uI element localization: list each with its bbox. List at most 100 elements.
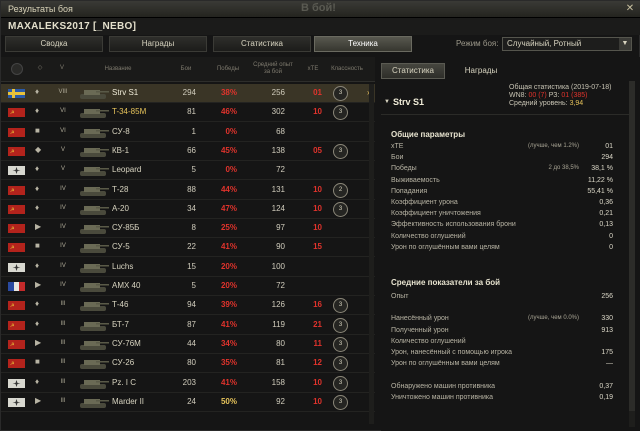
header-wins[interactable]: Победы xyxy=(211,66,245,73)
table-row[interactable]: ▶ IV AMX 40 5 20% 72 xyxy=(1,277,375,296)
table-row[interactable]: ☭ ♦ VI T-34-85M 81 46% 302 10 3 xyxy=(1,103,375,123)
battles-count: 34 xyxy=(187,203,196,213)
battles-count: 203 xyxy=(182,377,196,387)
battle-mode-select[interactable]: Случайный, Ротный ▼ xyxy=(502,37,632,51)
vehicle-name: СУ-26 xyxy=(112,358,135,368)
details-scrollbar[interactable] xyxy=(629,81,635,427)
win-rate: 39% xyxy=(220,300,237,310)
avg-exp: 80 xyxy=(276,338,285,348)
vehicle-class-icon: ♦ xyxy=(35,87,40,96)
stat-value: 0,37 xyxy=(599,382,613,390)
nation-flag-icon: ☭ xyxy=(8,359,25,369)
avg-exp: 138 xyxy=(271,145,285,155)
table-scrollbar[interactable] xyxy=(369,84,374,424)
close-icon[interactable]: ✕ xyxy=(623,3,637,15)
nation-filter-icon[interactable] xyxy=(11,63,23,75)
table-row[interactable]: ☭ ▶ III СУ-76М 44 34% 80 11 3 xyxy=(1,335,375,354)
battle-mode-label: Режим боя: xyxy=(456,39,499,48)
header-xte[interactable]: xTE xyxy=(301,66,325,73)
table-row[interactable]: ☭ ■ VI СУ-8 1 0% 68 xyxy=(1,123,375,142)
tier-label: III xyxy=(60,378,66,385)
table-row[interactable]: ♦ V Leopard 5 0% 72 xyxy=(1,161,375,181)
table-row[interactable]: ☭ ■ III СУ-26 80 35% 81 12 3 xyxy=(1,354,375,374)
stat-row: Нанесённый урон (лучше, чем 0.0%) 330 xyxy=(391,315,613,325)
vehicle-table: ◇ V Название Бои Победы Средний опыт за … xyxy=(1,57,375,431)
xte-value: 16 xyxy=(313,300,322,310)
nation-flag-icon: ☭ xyxy=(8,320,25,330)
section-average-per-battle: Средние показатели за бой xyxy=(391,278,501,287)
battles-count: 66 xyxy=(187,145,196,155)
vehicle-class-icon: ■ xyxy=(35,357,40,367)
stat-value: — xyxy=(606,360,613,368)
mastery-badge-icon: 3 xyxy=(333,105,348,121)
table-row[interactable]: ☭ ◆ V КВ-1 66 45% 138 05 3 xyxy=(1,142,375,161)
tank-icon xyxy=(78,375,110,391)
tab-vehicles[interactable]: Техника xyxy=(314,36,412,52)
table-row[interactable]: ♦ III Pz. I C 203 41% 158 10 3 xyxy=(1,374,375,393)
stat-label: Полученный урон xyxy=(391,326,449,334)
tank-icon xyxy=(78,220,110,236)
tank-icon xyxy=(78,394,110,410)
tab-summary[interactable]: Сводка xyxy=(5,36,103,52)
header-battles[interactable]: Бои xyxy=(171,66,201,73)
vehicle-class-icon: ♦ xyxy=(35,106,40,116)
svg-text:☭: ☭ xyxy=(10,149,15,155)
stat-value: 0,13 xyxy=(599,221,613,229)
collapse-triangle-icon[interactable]: ▼ xyxy=(384,99,390,105)
xte-value: 10 xyxy=(313,203,322,213)
xte-value: 10 xyxy=(313,107,322,117)
table-row[interactable]: ▶ III Marder II 24 50% 92 10 3 xyxy=(1,393,375,412)
tab-details-statistics[interactable]: Статистика xyxy=(381,63,445,79)
tab-awards[interactable]: Награды xyxy=(109,36,207,52)
player-name: MAXALEKS2017 [_NEBO] xyxy=(8,21,137,32)
nation-flag-icon xyxy=(8,378,25,388)
battle-results-window: Результаты боя В бой! ✕ MAXALEKS2017 [_N… xyxy=(0,0,640,431)
table-row[interactable]: ☭ ♦ III БТ-7 87 41% 119 21 3 xyxy=(1,316,375,335)
tab-details-awards[interactable]: Награды xyxy=(449,63,513,79)
table-row[interactable]: ☭ ■ IV СУ-5 22 41% 90 15 xyxy=(1,238,375,258)
stat-label: Опыт xyxy=(391,293,409,300)
tier-label: III xyxy=(60,339,66,346)
avg-exp: 131 xyxy=(271,184,285,194)
tier-sort-icon[interactable]: V xyxy=(55,65,69,72)
mastery-badge-icon: 3 xyxy=(333,375,348,391)
xte-value: 21 xyxy=(313,319,322,329)
table-row[interactable]: ☭ ♦ IV А-20 34 47% 124 10 3 xyxy=(1,200,375,219)
tab-statistics[interactable]: Статистика xyxy=(213,36,311,52)
table-row[interactable]: ☭ ♦ III Т-46 94 39% 126 16 3 xyxy=(1,296,375,316)
nation-flag-icon: ☭ xyxy=(8,224,25,234)
stat-row: Победы 2 до 38,5% 38,1 % xyxy=(391,165,613,175)
table-row[interactable]: ☭ ▶ IV СУ-85Б 8 25% 97 10 xyxy=(1,219,375,239)
header-exp[interactable]: Средний опыт за бой xyxy=(253,62,293,76)
nation-flag-icon: ☭ xyxy=(8,127,25,137)
vehicle-class-icon: ▶ xyxy=(35,280,42,289)
vehicle-class-icon: ♦ xyxy=(35,202,40,212)
vehicle-class-icon: ◆ xyxy=(35,144,42,154)
tank-icon xyxy=(78,143,110,159)
tier-label: IV xyxy=(60,243,66,250)
table-row[interactable]: ♦ IV Luchs 15 20% 100 xyxy=(1,258,375,277)
stat-label: Урон, нанесённый с помощью игрока xyxy=(391,349,512,356)
table-row[interactable]: ☭ ♦ IV Т-28 88 44% 131 10 2 xyxy=(1,181,375,200)
stat-label: Количество оглушений xyxy=(391,337,466,345)
header-name[interactable]: Название xyxy=(87,66,149,73)
vehicle-class-icon: ■ xyxy=(35,241,40,251)
class-sort-icon[interactable]: ◇ xyxy=(33,65,47,72)
stat-value: 913 xyxy=(601,326,613,334)
tier-label: IV xyxy=(60,282,66,288)
tank-icon xyxy=(78,182,110,198)
stat-value: 256 xyxy=(601,293,613,300)
win-rate: 25% xyxy=(220,223,237,233)
scrollbar-thumb[interactable] xyxy=(629,81,635,411)
xte-value: 10 xyxy=(313,396,322,406)
table-row[interactable]: ♦VIIIStrv S129438%256013› xyxy=(1,84,375,103)
vehicle-name: AMX 40 xyxy=(112,281,141,290)
section-general-params: Общие параметры xyxy=(391,130,466,139)
svg-text:☭: ☭ xyxy=(10,207,15,213)
vehicle-name: КВ-1 xyxy=(112,145,130,155)
svg-text:☭: ☭ xyxy=(10,303,15,309)
vehicle-class-icon: ♦ xyxy=(35,260,40,270)
header-mark[interactable]: Классность xyxy=(327,66,367,73)
tank-icon xyxy=(78,278,110,294)
stat-value: 55,41 % xyxy=(587,187,613,195)
